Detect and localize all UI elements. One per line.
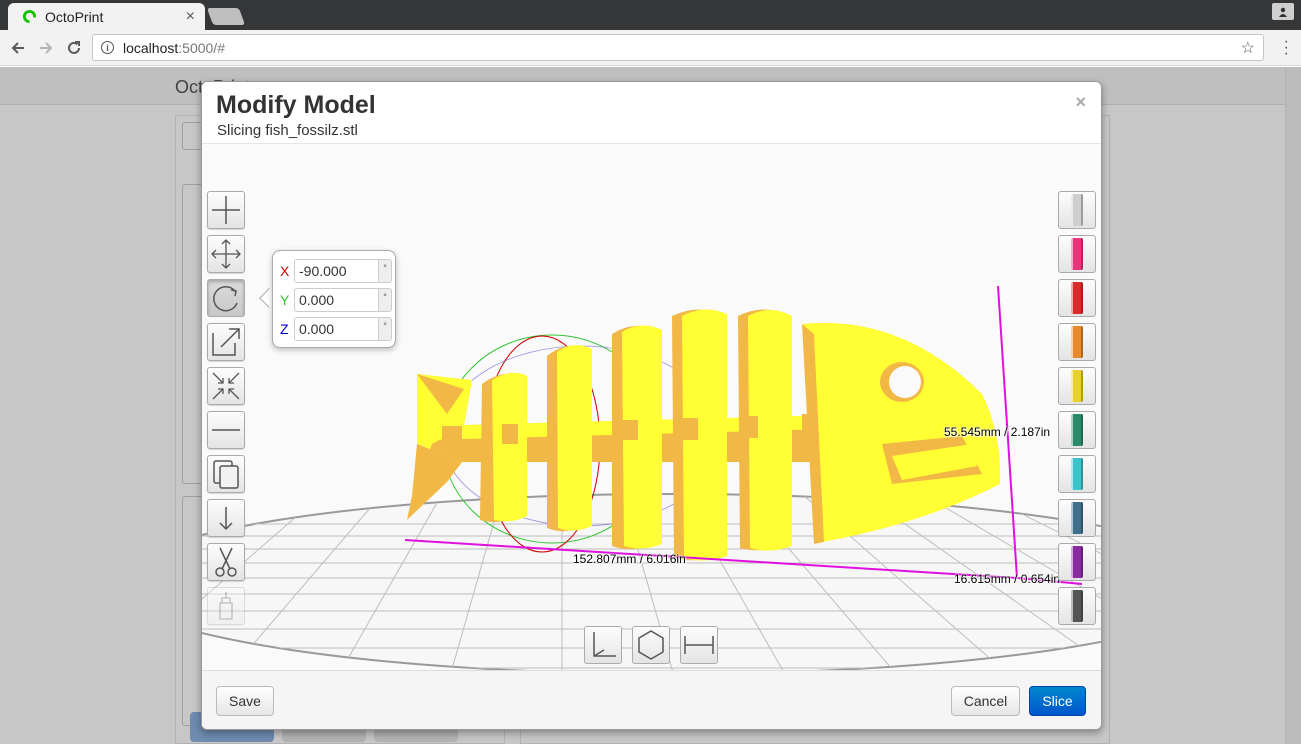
move-icon — [211, 239, 241, 269]
browser-toolbar: i localhost:5000/# ☆ · · · — [0, 30, 1301, 66]
url-host: localhost — [123, 39, 179, 56]
dialog-header: Modify Model Slicing fish_fossilz.stl × — [202, 82, 1101, 144]
height-dimension-label: 55.545mm / 2.187in — [944, 425, 1051, 439]
tab-title: OctoPrint — [45, 8, 104, 25]
scale-button[interactable] — [207, 323, 245, 361]
degree-unit: ° — [379, 288, 392, 312]
filament-color-button[interactable] — [1058, 191, 1096, 229]
forward-icon[interactable] — [35, 37, 57, 59]
back-icon[interactable] — [7, 37, 29, 59]
info-icon[interactable]: i — [101, 41, 114, 54]
filament-spool-icon — [1071, 458, 1083, 490]
add-button[interactable] — [207, 191, 245, 229]
filament-color-button[interactable] — [1058, 455, 1096, 493]
browser-tab[interactable]: OctoPrint × — [8, 3, 205, 30]
lay-flat-icon — [212, 429, 240, 431]
tab-close-icon[interactable]: × — [186, 8, 195, 26]
filament-spool-icon — [1071, 414, 1083, 446]
browser-tab-bar: OctoPrint × — [0, 0, 1301, 30]
model-viewport[interactable]: 152.807mm / 6.016in 55.545mm / 2.187in 1… — [202, 144, 1101, 670]
filament-spool-icon — [1071, 326, 1083, 358]
depth-dimension-label: 16.615mm / 0.654in — [954, 572, 1061, 586]
modify-model-dialog: Modify Model Slicing fish_fossilz.stl × — [201, 81, 1102, 730]
rotation-z-input[interactable]: 0.000 — [294, 317, 379, 341]
support-icon — [219, 592, 233, 620]
rotation-popover: X -90.000 ° Y 0.000 ° Z 0.000 ° — [272, 250, 396, 348]
center-icon — [212, 372, 240, 400]
drop-button[interactable] — [207, 499, 245, 537]
address-bar[interactable]: i localhost:5000/# ☆ — [92, 34, 1264, 61]
copy-button[interactable] — [207, 455, 245, 493]
add-icon — [212, 196, 240, 224]
length-dimension-label: 152.807mm / 6.016in — [573, 552, 686, 566]
rotation-y-row: Y 0.000 ° — [280, 288, 392, 312]
y-axis-label: Y — [280, 292, 290, 308]
degree-unit: ° — [379, 317, 392, 341]
filament-spool-icon — [1071, 370, 1083, 402]
bookmark-star-icon[interactable]: ☆ — [1241, 38, 1255, 58]
dialog-subtitle: Slicing fish_fossilz.stl — [217, 122, 358, 139]
drop-icon — [219, 507, 233, 531]
axes-view-button[interactable] — [584, 626, 622, 664]
cancel-button[interactable]: Cancel — [951, 686, 1020, 716]
support-button[interactable] — [207, 587, 245, 625]
filament-color-button[interactable] — [1058, 587, 1096, 625]
rotate-button[interactable] — [207, 279, 245, 317]
object-view-button[interactable] — [632, 626, 670, 664]
x-axis-label: X — [280, 263, 290, 279]
browser-menu-icon[interactable]: · · · — [1284, 34, 1289, 62]
filament-spool-icon — [1071, 502, 1083, 534]
object-view-icon — [638, 630, 664, 660]
dialog-footer: Save Cancel Slice — [202, 670, 1101, 729]
filament-spool-icon — [1071, 238, 1083, 270]
save-button[interactable]: Save — [216, 686, 274, 716]
new-tab-button[interactable] — [206, 8, 246, 25]
z-axis-label: Z — [280, 321, 289, 337]
filament-color-button[interactable] — [1058, 367, 1096, 405]
rotation-x-row: X -90.000 ° — [280, 259, 392, 283]
slice-button[interactable]: Slice — [1029, 686, 1086, 716]
close-icon[interactable]: × — [1075, 92, 1086, 113]
lay-flat-button[interactable] — [207, 411, 245, 449]
copy-icon — [213, 460, 239, 489]
filament-color-button[interactable] — [1058, 323, 1096, 361]
url-path: :5000/# — [178, 39, 225, 56]
dimensions-view-icon — [684, 636, 714, 654]
rotation-z-row: Z 0.000 ° — [280, 317, 392, 341]
rotation-x-input[interactable]: -90.000 — [294, 259, 379, 283]
filament-spool-icon — [1071, 590, 1083, 622]
filament-color-button[interactable] — [1058, 235, 1096, 273]
degree-unit: ° — [379, 259, 392, 283]
profile-icon[interactable] — [1272, 3, 1294, 20]
axes-view-icon — [593, 632, 616, 657]
dimensions-view-button[interactable] — [680, 626, 718, 664]
filament-color-button[interactable] — [1058, 279, 1096, 317]
rotation-y-input[interactable]: 0.000 — [294, 288, 379, 312]
filament-spool-icon — [1071, 546, 1083, 578]
scene-canvas[interactable] — [202, 144, 1101, 670]
scale-icon — [212, 328, 240, 356]
move-button[interactable] — [207, 235, 245, 273]
reload-icon[interactable] — [63, 37, 85, 59]
filament-spool-icon — [1071, 282, 1083, 314]
filament-color-button[interactable] — [1058, 499, 1096, 537]
cut-button[interactable] — [207, 543, 245, 581]
filament-color-button[interactable] — [1058, 543, 1096, 581]
filament-color-button[interactable] — [1058, 411, 1096, 449]
center-button[interactable] — [207, 367, 245, 405]
rotate-icon — [213, 285, 238, 312]
octoprint-logo-icon — [22, 9, 37, 24]
dialog-title: Modify Model — [216, 91, 376, 119]
filament-spool-icon — [1071, 194, 1083, 226]
cut-icon — [215, 547, 237, 577]
